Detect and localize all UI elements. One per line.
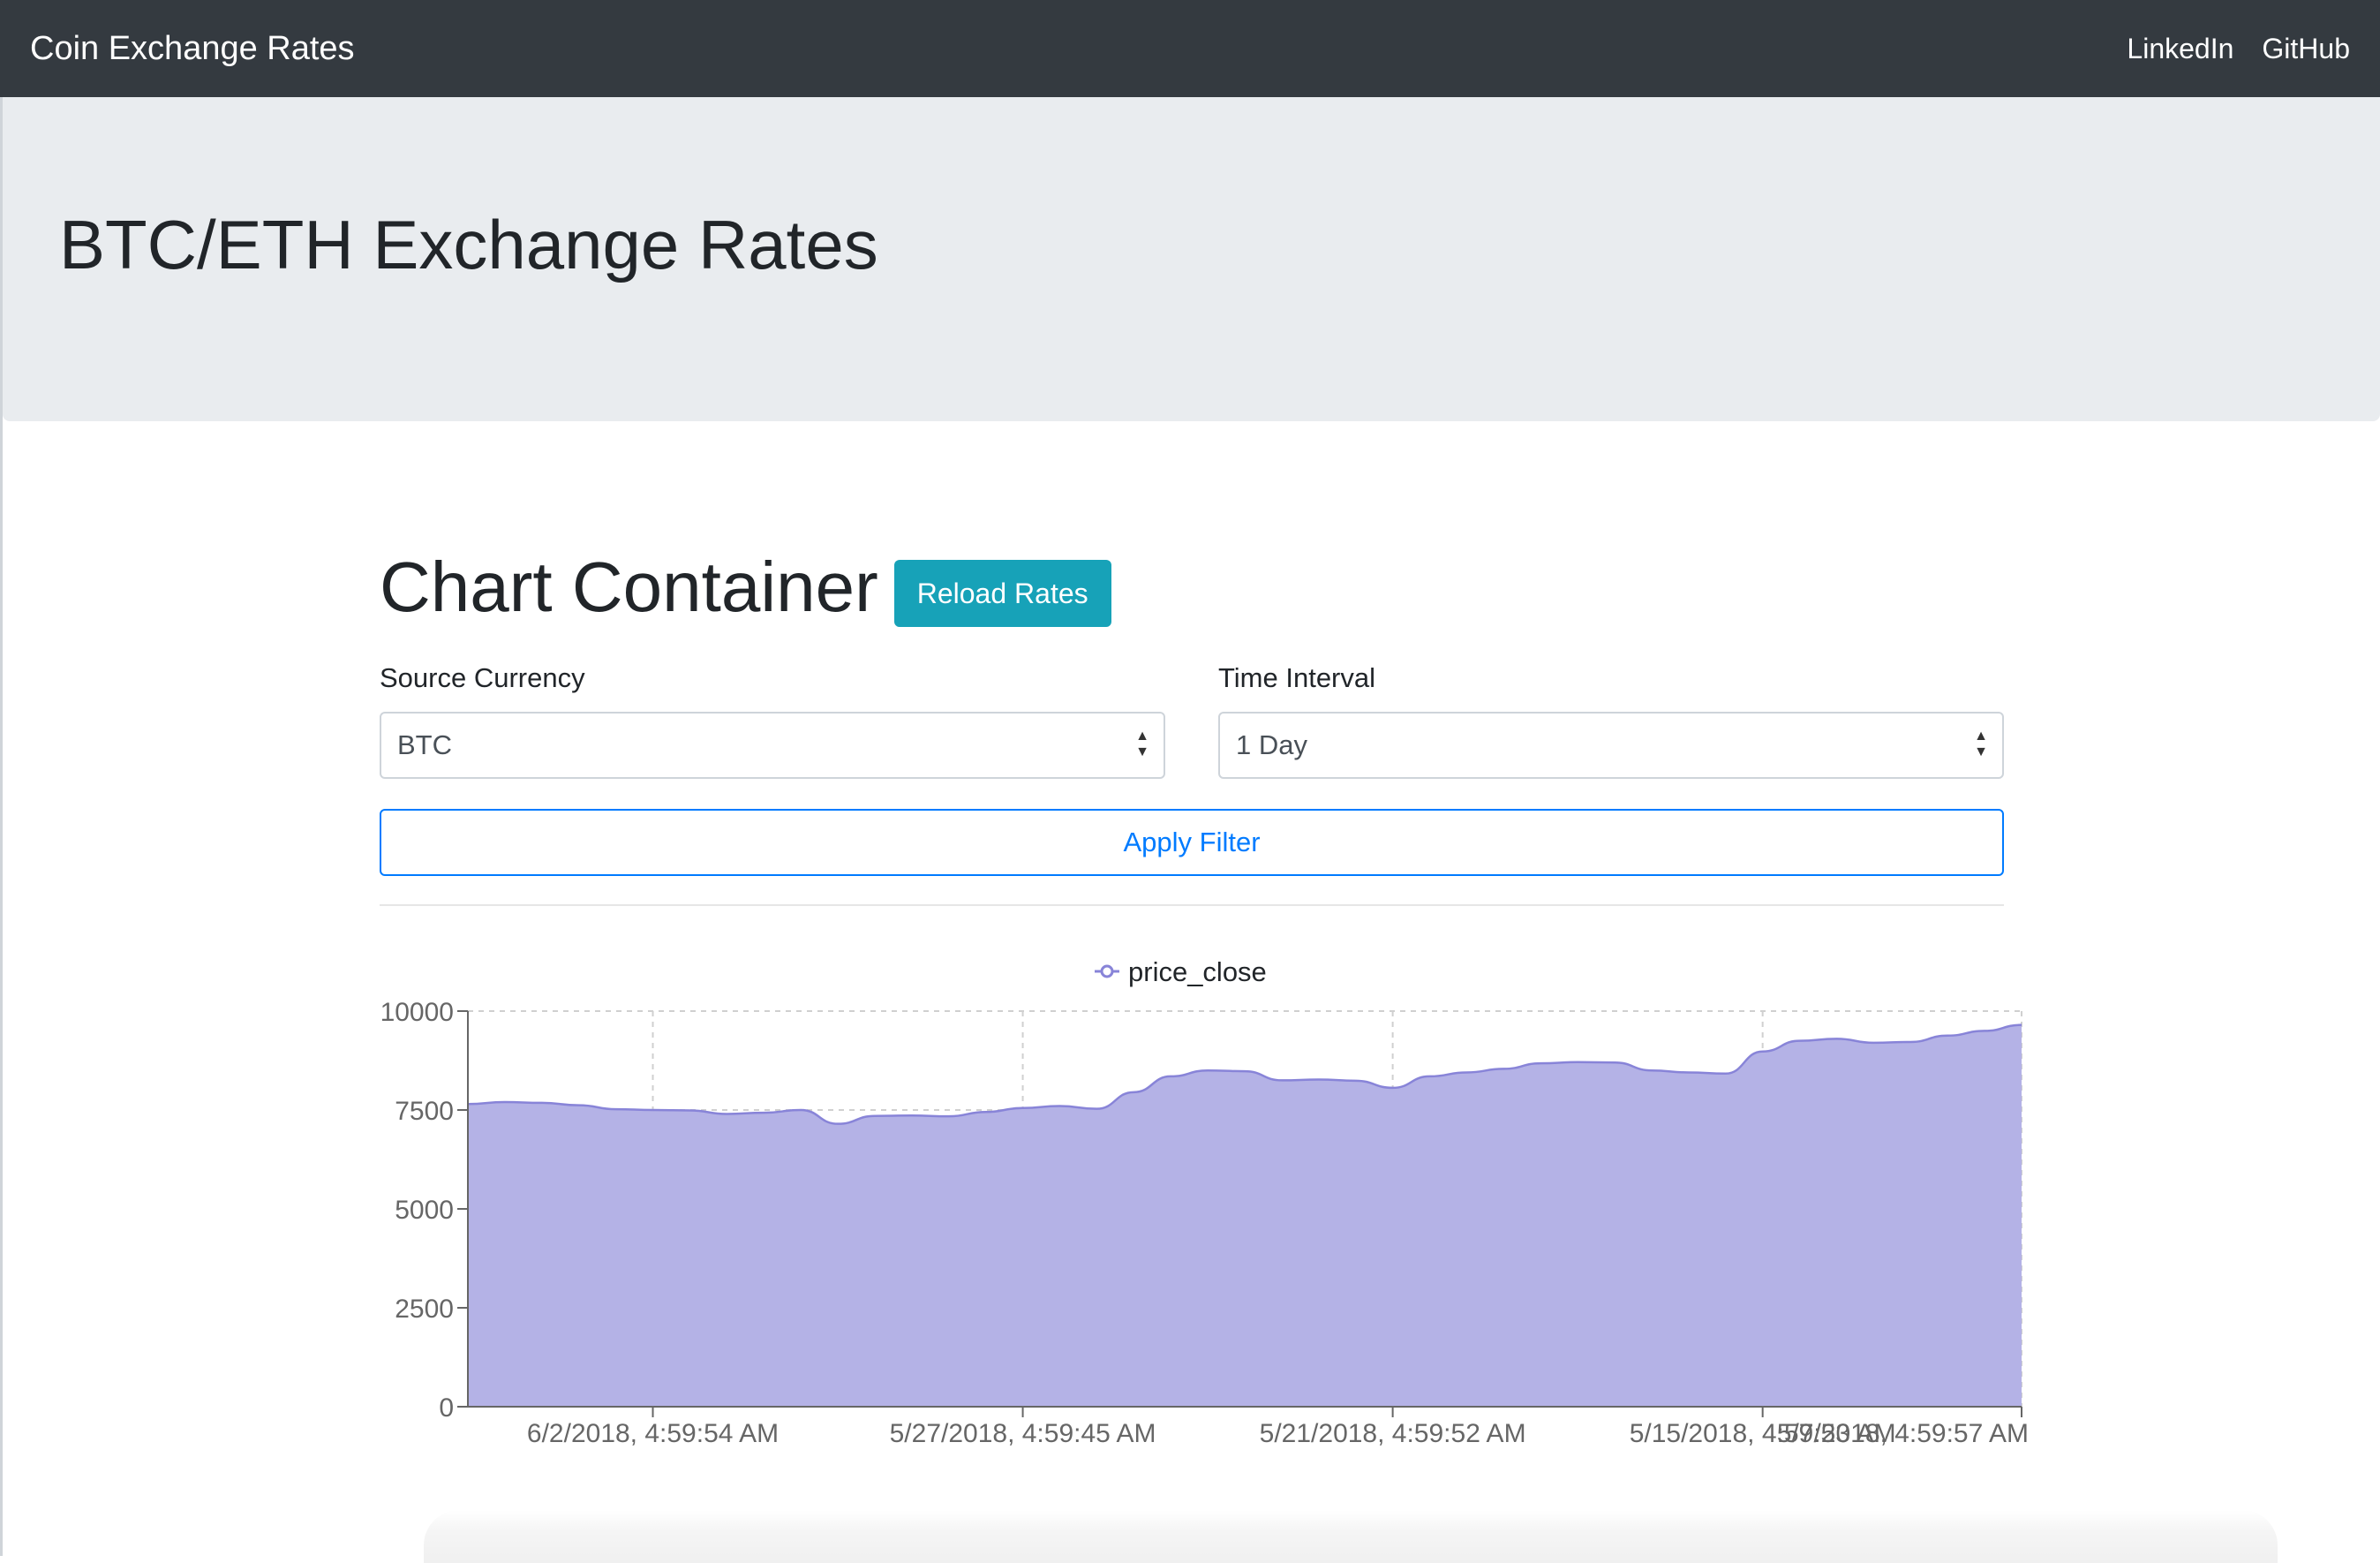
legend-label: price_close: [1128, 956, 1267, 987]
select-arrows-icon: ▲ ▼: [1135, 729, 1149, 759]
linkedin-link[interactable]: LinkedIn: [2127, 33, 2233, 65]
time-interval-group: Time Interval 1 Day ▲ ▼: [1218, 662, 2004, 779]
bottom-card-shadow: [424, 1510, 2278, 1563]
source-currency-select[interactable]: BTC ▲ ▼: [380, 712, 1165, 779]
time-interval-select[interactable]: 1 Day ▲ ▼: [1218, 712, 2004, 779]
x-tick-label: 5/7/2018, 4:59:57 AM: [1777, 1419, 2029, 1448]
price-chart: price_close 0 2500 5000 7500 10000 6/2/2018, 4…: [353, 940, 2048, 1470]
filter-form: Source Currency BTC ▲ ▼ Time Interval 1 D…: [380, 662, 2004, 779]
source-currency-label: Source Currency: [380, 662, 585, 693]
chart-header: Chart Container Reload Rates: [380, 530, 2004, 645]
nav-links: LinkedIn GitHub: [2127, 33, 2350, 65]
divider: [380, 904, 2004, 906]
y-tick-label: 10000: [380, 998, 454, 1027]
navbar: Coin Exchange Rates LinkedIn GitHub: [0, 0, 2380, 97]
brand-link[interactable]: Coin Exchange Rates: [30, 30, 355, 68]
x-tick-label: 5/27/2018, 4:59:45 AM: [890, 1419, 1156, 1448]
area-fill: [468, 1024, 2022, 1407]
chart-container: Chart Container Reload Rates Source Curr…: [380, 530, 2004, 906]
jumbotron: BTC/ETH Exchange Rates: [3, 97, 2380, 421]
reload-rates-button[interactable]: Reload Rates: [893, 560, 1111, 627]
time-interval-value: 1 Day: [1236, 729, 1307, 760]
source-currency-group: Source Currency BTC ▲ ▼: [380, 662, 1165, 779]
source-currency-value: BTC: [397, 729, 452, 760]
x-tick-label: 6/2/2018, 4:59:54 AM: [527, 1419, 779, 1448]
chart-container-title: Chart Container: [380, 547, 878, 626]
time-interval-label: Time Interval: [1218, 662, 1376, 693]
price-chart-svg: price_close 0 2500 5000 7500 10000 6/2/2018, 4…: [380, 956, 2029, 1448]
y-tick-label: 7500: [395, 1097, 454, 1126]
y-tick-label: 2500: [395, 1295, 454, 1324]
y-tick-label: 5000: [395, 1196, 454, 1225]
select-arrows-icon: ▲ ▼: [1974, 729, 1988, 759]
github-link[interactable]: GitHub: [2262, 33, 2350, 65]
y-tick-label: 0: [439, 1393, 454, 1423]
x-tick-label: 5/21/2018, 4:59:52 AM: [1260, 1419, 1526, 1448]
apply-filter-button[interactable]: Apply Filter: [380, 809, 2004, 876]
legend-marker-icon: [1100, 964, 1114, 978]
page-title: BTC/ETH Exchange Rates: [59, 206, 878, 283]
